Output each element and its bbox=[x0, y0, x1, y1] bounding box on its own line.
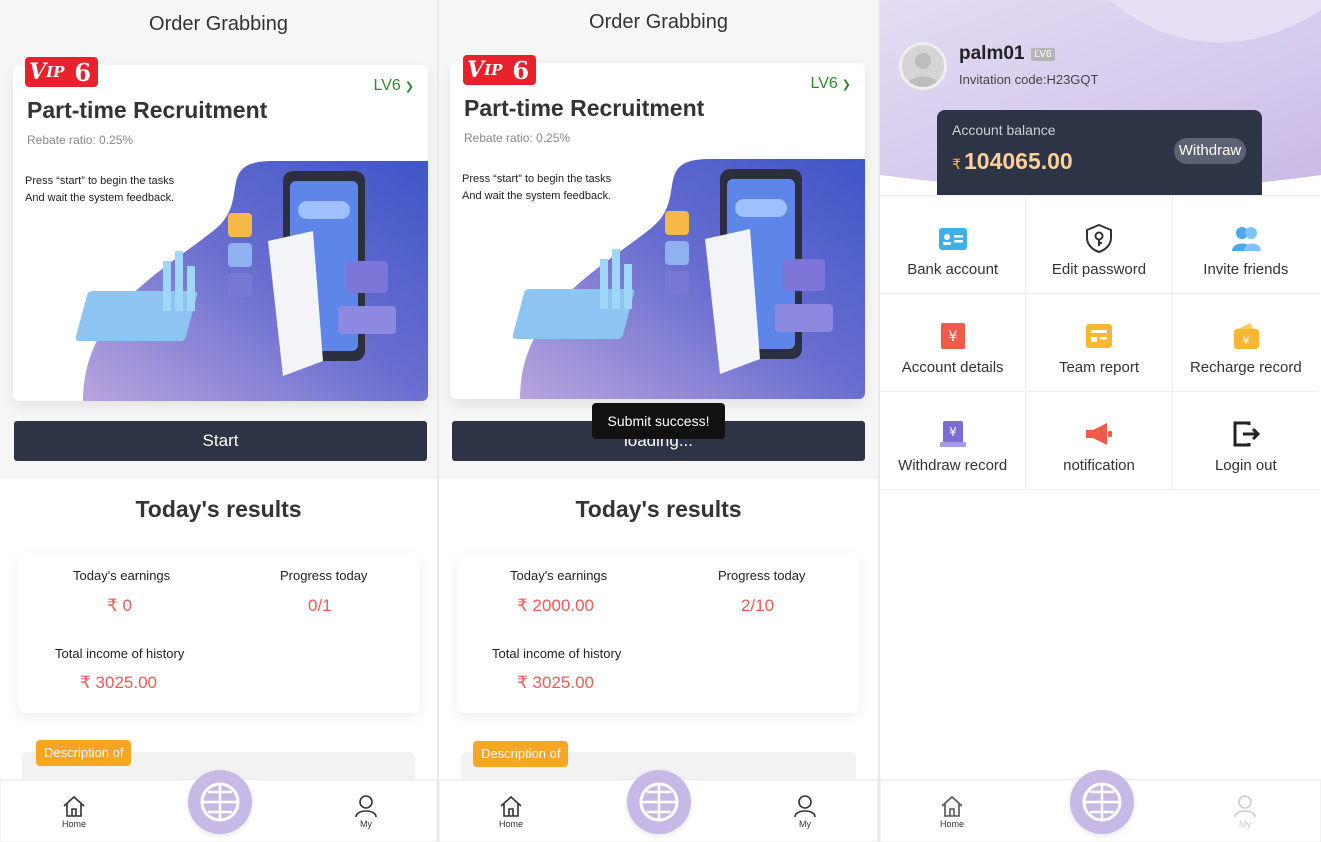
balance-value: 104065.00 bbox=[964, 148, 1073, 174]
tab-my[interactable]: My bbox=[1225, 794, 1265, 829]
results-title: Today's results bbox=[135, 496, 302, 522]
progress-value: 2/10 bbox=[741, 596, 775, 615]
tab-home[interactable]: Home bbox=[54, 794, 94, 829]
progress-value: 0/1 bbox=[308, 596, 332, 615]
total-income-label: Total income of history bbox=[55, 646, 185, 661]
logout-icon bbox=[1233, 421, 1260, 447]
earnings-value: ₹ 2000.00 bbox=[517, 596, 594, 615]
task-card: LV6 ❯ Part-time Recruitment Rebate ratio:… bbox=[13, 65, 428, 401]
tab-home[interactable]: Home bbox=[932, 794, 972, 829]
page-title: Order Grabbing bbox=[149, 13, 288, 35]
profile-header: palm01 LV6 Invitation code:H23GQT Accoun… bbox=[880, 0, 1321, 195]
toast-message: Submit success! bbox=[592, 403, 725, 439]
bank-card-icon bbox=[938, 228, 967, 250]
wallet-icon: ¥ bbox=[1233, 323, 1259, 349]
center-globe-button[interactable] bbox=[1070, 770, 1134, 834]
svg-text:¥: ¥ bbox=[948, 329, 957, 345]
shield-key-icon bbox=[1085, 223, 1112, 253]
menu-edit-password[interactable]: Edit password bbox=[1026, 196, 1173, 294]
globe-icon bbox=[1082, 782, 1122, 822]
rebate-ratio: Rebate ratio: 0.25% bbox=[27, 133, 134, 147]
chevron-down-icon: ❯ bbox=[841, 78, 851, 91]
avatar[interactable] bbox=[899, 42, 947, 90]
progress-label: Progress today bbox=[280, 568, 368, 583]
globe-icon bbox=[200, 782, 240, 822]
report-icon bbox=[1085, 324, 1112, 348]
vip-badge: V IP 6 bbox=[25, 57, 98, 87]
svg-text:¥: ¥ bbox=[1242, 334, 1249, 347]
profile-panel: palm01 LV6 Invitation code:H23GQT Accoun… bbox=[880, 0, 1321, 842]
center-globe-button[interactable] bbox=[627, 770, 691, 834]
withdraw-icon: ¥ bbox=[939, 421, 966, 447]
vip-badge: V IP 6 bbox=[463, 55, 536, 85]
user-icon bbox=[1234, 795, 1256, 818]
username: palm01 LV6 bbox=[959, 43, 1055, 65]
globe-icon bbox=[639, 782, 679, 822]
svg-text:¥: ¥ bbox=[949, 425, 957, 439]
megaphone-icon bbox=[1085, 423, 1112, 445]
tab-home[interactable]: Home bbox=[491, 794, 531, 829]
chevron-down-icon: ❯ bbox=[404, 80, 414, 93]
card-title: Part-time Recruitment bbox=[27, 97, 268, 123]
tab-bar: Home My bbox=[880, 770, 1321, 842]
level-tag: LV6 bbox=[1031, 47, 1055, 61]
home-icon bbox=[941, 795, 963, 817]
center-globe-button[interactable] bbox=[188, 770, 252, 834]
people-icon bbox=[1231, 227, 1261, 251]
user-icon bbox=[355, 795, 377, 818]
invitation-code: Invitation code:H23GQT bbox=[959, 72, 1099, 87]
earnings-label: Today's earnings bbox=[510, 568, 608, 583]
progress-label: Progress today bbox=[718, 568, 806, 583]
task-illustration: Press “start” to begin the tasks And wai… bbox=[450, 159, 865, 399]
home-icon bbox=[63, 795, 85, 817]
rebate-ratio: Rebate ratio: 0.25% bbox=[464, 131, 571, 145]
order-panel-start: Order Grabbing V IP 6 LV6 ❯ Part-time Recru… bbox=[0, 0, 437, 842]
results-title: Today's results bbox=[575, 496, 742, 522]
page-title: Order Grabbing bbox=[589, 11, 728, 33]
menu-withdraw-record[interactable]: ¥ Withdraw record bbox=[880, 392, 1027, 490]
menu-bank-account[interactable]: Bank account bbox=[880, 196, 1027, 294]
description-badge: Description of bbox=[473, 741, 569, 767]
level-selector[interactable]: LV6 ❯ bbox=[811, 75, 852, 93]
home-icon bbox=[500, 795, 522, 817]
task-illustration: Press “start” to begin the tasks And wai… bbox=[13, 161, 428, 401]
profile-menu: Bank account Edit password Invite friend… bbox=[880, 195, 1319, 490]
earnings-value: ₹ 0 bbox=[107, 596, 132, 615]
menu-invite-friends[interactable]: Invite friends bbox=[1172, 196, 1319, 294]
card-title: Part-time Recruitment bbox=[464, 95, 705, 121]
withdraw-button[interactable]: Withdraw bbox=[1174, 138, 1246, 164]
results-card: Today's earnings ₹ 2000.00 Progress toda… bbox=[457, 553, 859, 713]
menu-team-report[interactable]: Team report bbox=[1026, 294, 1173, 392]
balance-card: Account balance ₹ 104065.00 Withdraw bbox=[937, 110, 1262, 195]
start-button[interactable]: Start bbox=[14, 421, 427, 461]
balance-label: Account balance bbox=[952, 122, 1056, 138]
results-card: Today's earnings ₹ 0 Progress today 0/1 … bbox=[18, 553, 420, 713]
ledger-icon: ¥ bbox=[940, 323, 965, 349]
tab-bar: Home My bbox=[0, 770, 437, 842]
tab-my[interactable]: My bbox=[346, 794, 386, 829]
menu-notification[interactable]: notification bbox=[1026, 392, 1173, 490]
menu-account-details[interactable]: ¥ Account details bbox=[880, 294, 1027, 392]
description-badge: Description of bbox=[36, 740, 132, 766]
tab-my[interactable]: My bbox=[785, 794, 825, 829]
level-selector[interactable]: LV6 ❯ bbox=[374, 77, 415, 95]
earnings-label: Today's earnings bbox=[73, 568, 171, 583]
total-income-value: ₹ 3025.00 bbox=[517, 673, 594, 692]
total-income-value: ₹ 3025.00 bbox=[80, 673, 157, 692]
currency-symbol: ₹ bbox=[952, 156, 961, 172]
user-icon bbox=[794, 795, 816, 818]
tab-bar: Home My bbox=[439, 770, 878, 842]
menu-login-out[interactable]: Login out bbox=[1172, 392, 1319, 490]
task-card: LV6 ❯ Part-time Recruitment Rebate ratio:… bbox=[450, 63, 865, 399]
total-income-label: Total income of history bbox=[492, 646, 622, 661]
order-panel-loading: Order Grabbing V IP 6 LV6 ❯ Part-time Recru… bbox=[439, 0, 878, 842]
menu-recharge-record[interactable]: ¥ Recharge record bbox=[1172, 294, 1319, 392]
